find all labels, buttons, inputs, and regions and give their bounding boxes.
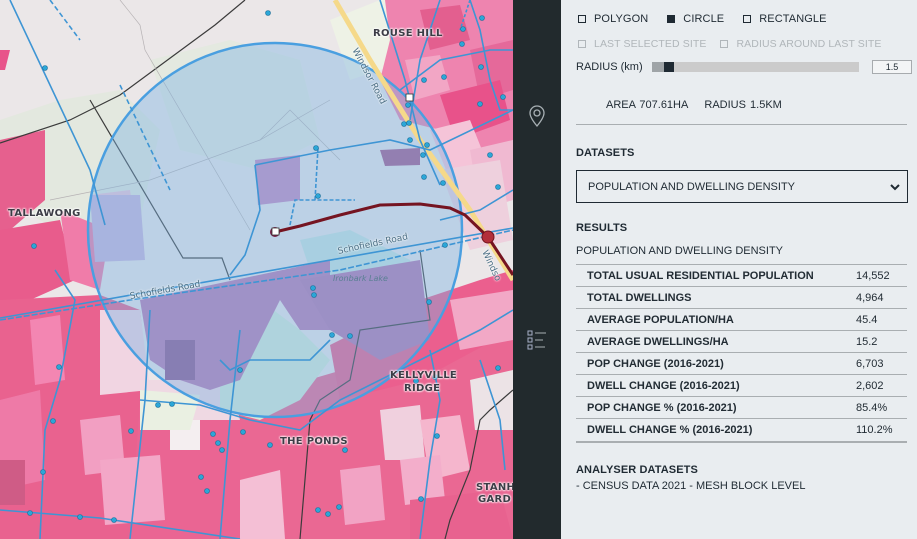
label-kellyville-ridge-1: KELLYVILLE — [390, 370, 458, 381]
option-rectangle[interactable]: RECTANGLE — [743, 13, 826, 25]
option-polygon[interactable]: POLYGON — [578, 13, 648, 25]
label-kellyville-ridge-2: RIDGE — [404, 383, 441, 394]
option-radius-around-last-site[interactable]: RADIUS AROUND LAST SITE — [720, 38, 881, 50]
datasets-title: DATASETS — [576, 147, 635, 159]
area-summary: AREA 707.61HA RADIUS 1.5KM — [606, 99, 794, 111]
divider — [576, 124, 907, 125]
option-last-selected-site-label: LAST SELECTED SITE — [594, 38, 707, 50]
row-value: 6,703 — [856, 358, 884, 370]
table-row: DWELL CHANGE % (2016-2021) 110.2% — [576, 419, 907, 441]
map-pin-button[interactable] — [527, 104, 547, 128]
table-row: POP CHANGE (2016-2021) 6,703 — [576, 353, 907, 375]
radius-label: RADIUS (km) — [576, 61, 643, 73]
option-circle[interactable]: CIRCLE — [667, 13, 724, 25]
row-label: TOTAL USUAL RESIDENTIAL POPULATION — [587, 270, 814, 282]
table-row: DWELL CHANGE (2016-2021) 2,602 — [576, 375, 907, 397]
list-icon — [527, 330, 546, 350]
option-rectangle-label: RECTANGLE — [759, 13, 827, 25]
checkbox-last-selected-site[interactable] — [578, 40, 586, 48]
row-value: 15.2 — [856, 336, 878, 348]
table-row: POP CHANGE % (2016-2021) 85.4% — [576, 397, 907, 419]
checkbox-rectangle[interactable] — [743, 15, 752, 23]
app-root: ROUSE HILL TALLAWONG KELLYVILLE RIDGE TH… — [0, 0, 917, 539]
row-label: AVERAGE POPULATION/HA — [587, 314, 734, 326]
option-last-selected-site[interactable]: LAST SELECTED SITE — [578, 38, 706, 50]
label-ironbark-lake: Ironbark Lake — [333, 274, 388, 283]
map-view[interactable]: ROUSE HILL TALLAWONG KELLYVILLE RIDGE TH… — [0, 0, 513, 539]
table-row: AVERAGE POPULATION/HA 45.4 — [576, 309, 907, 331]
site-selector: LAST SELECTED SITE RADIUS AROUND LAST SI… — [578, 38, 896, 50]
checkbox-circle[interactable] — [667, 15, 676, 23]
map-pin-icon — [529, 105, 545, 128]
label-the-ponds: THE PONDS — [280, 436, 348, 447]
side-toolbar — [513, 0, 561, 539]
radius-value: RADIUS 1.5KM — [704, 99, 782, 111]
circle-center-handle — [271, 227, 280, 236]
label-rouse-hill: ROUSE HILL — [373, 28, 443, 39]
analyser-dataset-item: - CENSUS DATA 2021 - MESH BLOCK LEVEL — [576, 480, 806, 492]
radius-slider-thumb[interactable] — [664, 62, 674, 72]
analyser-datasets-title: ANALYSER DATASETS — [576, 464, 698, 476]
datasets-select[interactable]: POPULATION AND DWELLING DENSITY — [576, 170, 908, 203]
chevron-down-icon — [890, 184, 900, 191]
table-row: TOTAL USUAL RESIDENTIAL POPULATION 14,552 — [576, 265, 907, 287]
map-canvas[interactable] — [0, 0, 513, 539]
radius-control: RADIUS (km) — [576, 60, 912, 76]
option-circle-label: CIRCLE — [683, 13, 725, 25]
row-value: 2,602 — [856, 380, 884, 392]
analyser-datasets-list: - CENSUS DATA 2021 - MESH BLOCK LEVEL — [576, 480, 805, 492]
row-label: POP CHANGE % (2016-2021) — [587, 402, 737, 414]
table-row: AVERAGE DWELLINGS/HA 15.2 — [576, 331, 907, 353]
option-polygon-label: POLYGON — [594, 13, 649, 25]
results-title: RESULTS — [576, 222, 628, 234]
row-value: 45.4 — [856, 314, 878, 326]
results-table: TOTAL USUAL RESIDENTIAL POPULATION 14,552… — [576, 264, 907, 443]
area-value: AREA 707.61HA — [606, 99, 689, 111]
checkbox-radius-around-last-site[interactable] — [720, 40, 729, 48]
radius-slider[interactable] — [652, 62, 859, 72]
row-value: 4,964 — [856, 292, 884, 304]
row-label: DWELL CHANGE (2016-2021) — [587, 380, 740, 392]
table-row: TOTAL DWELLINGS 4,964 — [576, 287, 907, 309]
layers-list-button[interactable] — [527, 329, 547, 351]
row-value: 110.2% — [856, 424, 893, 436]
label-stanhope-2: GARD — [478, 494, 512, 505]
row-label: AVERAGE DWELLINGS/HA — [587, 336, 729, 348]
label-tallawong: TALLAWONG — [8, 208, 81, 219]
checkbox-polygon[interactable] — [578, 15, 586, 23]
row-label: TOTAL DWELLINGS — [587, 292, 692, 304]
route-end-marker — [481, 230, 495, 244]
analysis-panel: POLYGON CIRCLE RECTANGLE LAST SELECTED S… — [561, 0, 917, 539]
row-value: 14,552 — [856, 270, 890, 282]
row-label: POP CHANGE (2016-2021) — [587, 358, 724, 370]
option-radius-around-last-site-label: RADIUS AROUND LAST SITE — [736, 38, 882, 50]
row-value: 85.4% — [856, 402, 888, 414]
shape-selector: POLYGON CIRCLE RECTANGLE — [578, 13, 846, 25]
radius-input[interactable] — [872, 60, 912, 74]
row-label: DWELL CHANGE % (2016-2021) — [587, 424, 753, 436]
results-subtitle: POPULATION AND DWELLING DENSITY — [576, 245, 784, 257]
circle-radius-handle — [405, 93, 414, 102]
datasets-select-value: POPULATION AND DWELLING DENSITY — [588, 181, 796, 193]
